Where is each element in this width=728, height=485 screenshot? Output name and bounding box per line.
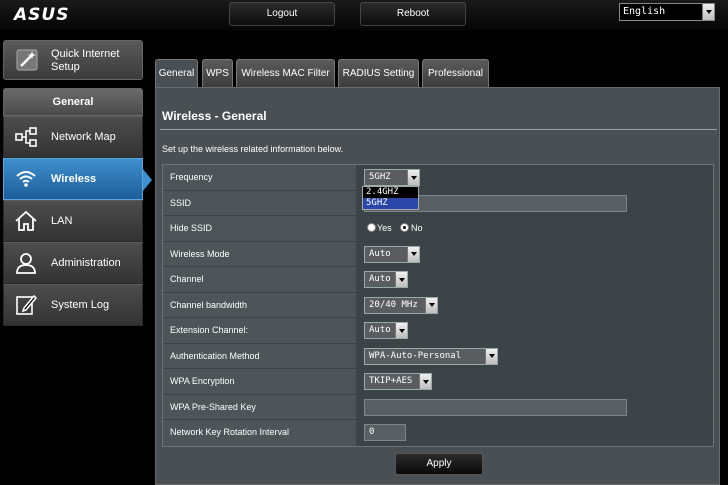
sidebar-item-lan[interactable]: LAN [3,200,143,242]
quick-setup-label: Quick Internet Setup [51,48,120,73]
hide-ssid-yes-label: Yes [377,223,392,233]
language-select[interactable]: English [619,3,715,21]
quick-internet-setup-button[interactable]: Quick Internet Setup [3,40,143,80]
user-icon [16,253,36,274]
wifi-icon [16,171,36,187]
row-wpa-psk: WPA Pre-Shared Key [163,394,713,420]
channel-value: Auto [369,274,391,284]
channel-bandwidth-select[interactable]: 20/40 MHz [364,296,438,314]
row-hide-ssid: Hide SSID Yes No [163,216,713,242]
row-channel: Channel Auto [163,267,713,293]
channel-bandwidth-value: 20/40 MHz [369,299,418,310]
channel-select[interactable]: Auto [364,271,408,288]
home-icon [15,210,37,231]
hide-ssid-label: Hide SSID [163,216,356,241]
sidebar-item-network-map[interactable]: Network Map [3,116,143,158]
extension-channel-select[interactable]: Auto [364,322,408,339]
frequency-label: Frequency [163,165,356,190]
sidebar-item-label: Administration [51,257,121,269]
reboot-button[interactable]: Reboot [360,2,466,26]
chevron-down-icon [425,297,437,313]
hide-ssid-no-radio[interactable] [400,223,409,232]
row-frequency: Frequency 5GHZ [163,165,713,191]
sidebar-item-label: LAN [51,215,73,227]
key-rotation-label: Network Key Rotation Interval [163,420,356,446]
sidebar-section-header: General [3,88,143,116]
channel-label: Channel [163,267,356,292]
wireless-mode-label: Wireless Mode [163,241,356,266]
wpa-encryption-label: WPA Encryption [163,369,356,394]
tab-radius-setting[interactable]: RADIUS Setting [338,59,419,87]
page-title: Wireless - General [162,109,267,123]
tab-wireless-mac-filter[interactable]: Wireless MAC Filter [236,59,335,87]
page-description: Set up the wireless related information … [162,144,344,154]
extension-channel-label: Extension Channel: [163,318,356,343]
row-wireless-mode: Wireless Mode Auto [163,241,713,267]
magic-wand-icon [16,49,38,71]
key-rotation-input[interactable]: 0 [364,424,406,441]
wpa-psk-input[interactable] [364,398,627,416]
row-wpa-encryption: WPA Encryption TKIP+AES [163,369,713,395]
wireless-mode-select[interactable]: Auto [364,245,420,263]
active-item-pointer [143,169,152,191]
hide-ssid-yes-radio[interactable] [367,223,376,232]
edit-icon [16,294,38,315]
chevron-down-icon [395,272,407,287]
sidebar-item-wireless[interactable]: Wireless [3,158,143,200]
row-auth-method: Authentication Method WPA-Auto-Personal [163,343,713,369]
tab-professional[interactable]: Professional [422,59,489,87]
content-panel: Wireless - General Set up the wireless r… [155,87,720,485]
row-key-rotation: Network Key Rotation Interval 0 [163,420,713,446]
row-extension-channel: Extension Channel: Auto [163,318,713,344]
sidebar-item-label: Network Map [51,131,116,143]
frequency-option-5ghz[interactable]: 5GHZ [363,198,418,209]
auth-method-value: WPA-Auto-Personal [369,350,462,361]
asus-logo: ASUS [14,5,70,25]
tab-wps[interactable]: WPS [202,59,233,87]
sidebar-item-label: System Log [51,299,110,311]
sidebar-item-system-log[interactable]: System Log [3,284,143,326]
channel-bandwidth-label: Channel bandwidth [163,292,356,317]
logout-button[interactable]: Logout [229,2,335,26]
sidebar-item-administration[interactable]: Administration [3,242,143,284]
frequency-select[interactable]: 5GHZ [364,169,420,186]
language-value: English [623,6,666,17]
chevron-down-icon [702,4,714,20]
network-map-icon [15,127,37,147]
frequency-value: 5GHZ [369,172,391,182]
chevron-down-icon [407,170,419,185]
wireless-mode-value: Auto [369,248,391,259]
wpa-psk-label: WPA Pre-Shared Key [163,394,356,419]
wpa-encryption-value: TKIP+AES [369,376,413,386]
row-channel-bandwidth: Channel bandwidth 20/40 MHz [163,292,713,318]
settings-table: Frequency 5GHZ SSID Hide SSID Yes No Wir… [162,164,714,447]
tab-general[interactable]: General [155,59,198,87]
chevron-down-icon [419,374,431,389]
divider [160,129,717,130]
chevron-down-icon [485,348,497,364]
sidebar-item-label: Wireless [51,173,97,185]
frequency-dropdown-list: 2.4GHZ 5GHZ [362,186,419,210]
sidebar-menu: General Network Map Wireless LAN Adminis… [3,88,143,326]
chevron-down-icon [407,246,419,262]
auth-method-select[interactable]: WPA-Auto-Personal [364,347,498,365]
chevron-down-icon [395,323,407,338]
extension-channel-value: Auto [369,325,391,335]
apply-button[interactable]: Apply [395,453,483,475]
ssid-label: SSID [163,190,356,215]
row-ssid: SSID [163,190,713,216]
auth-method-label: Authentication Method [163,343,356,368]
wpa-encryption-select[interactable]: TKIP+AES [364,373,432,390]
hide-ssid-no-label: No [411,223,423,233]
top-bar: ASUS Logout Reboot English [0,0,728,30]
frequency-option-2-4ghz[interactable]: 2.4GHZ [363,187,418,198]
